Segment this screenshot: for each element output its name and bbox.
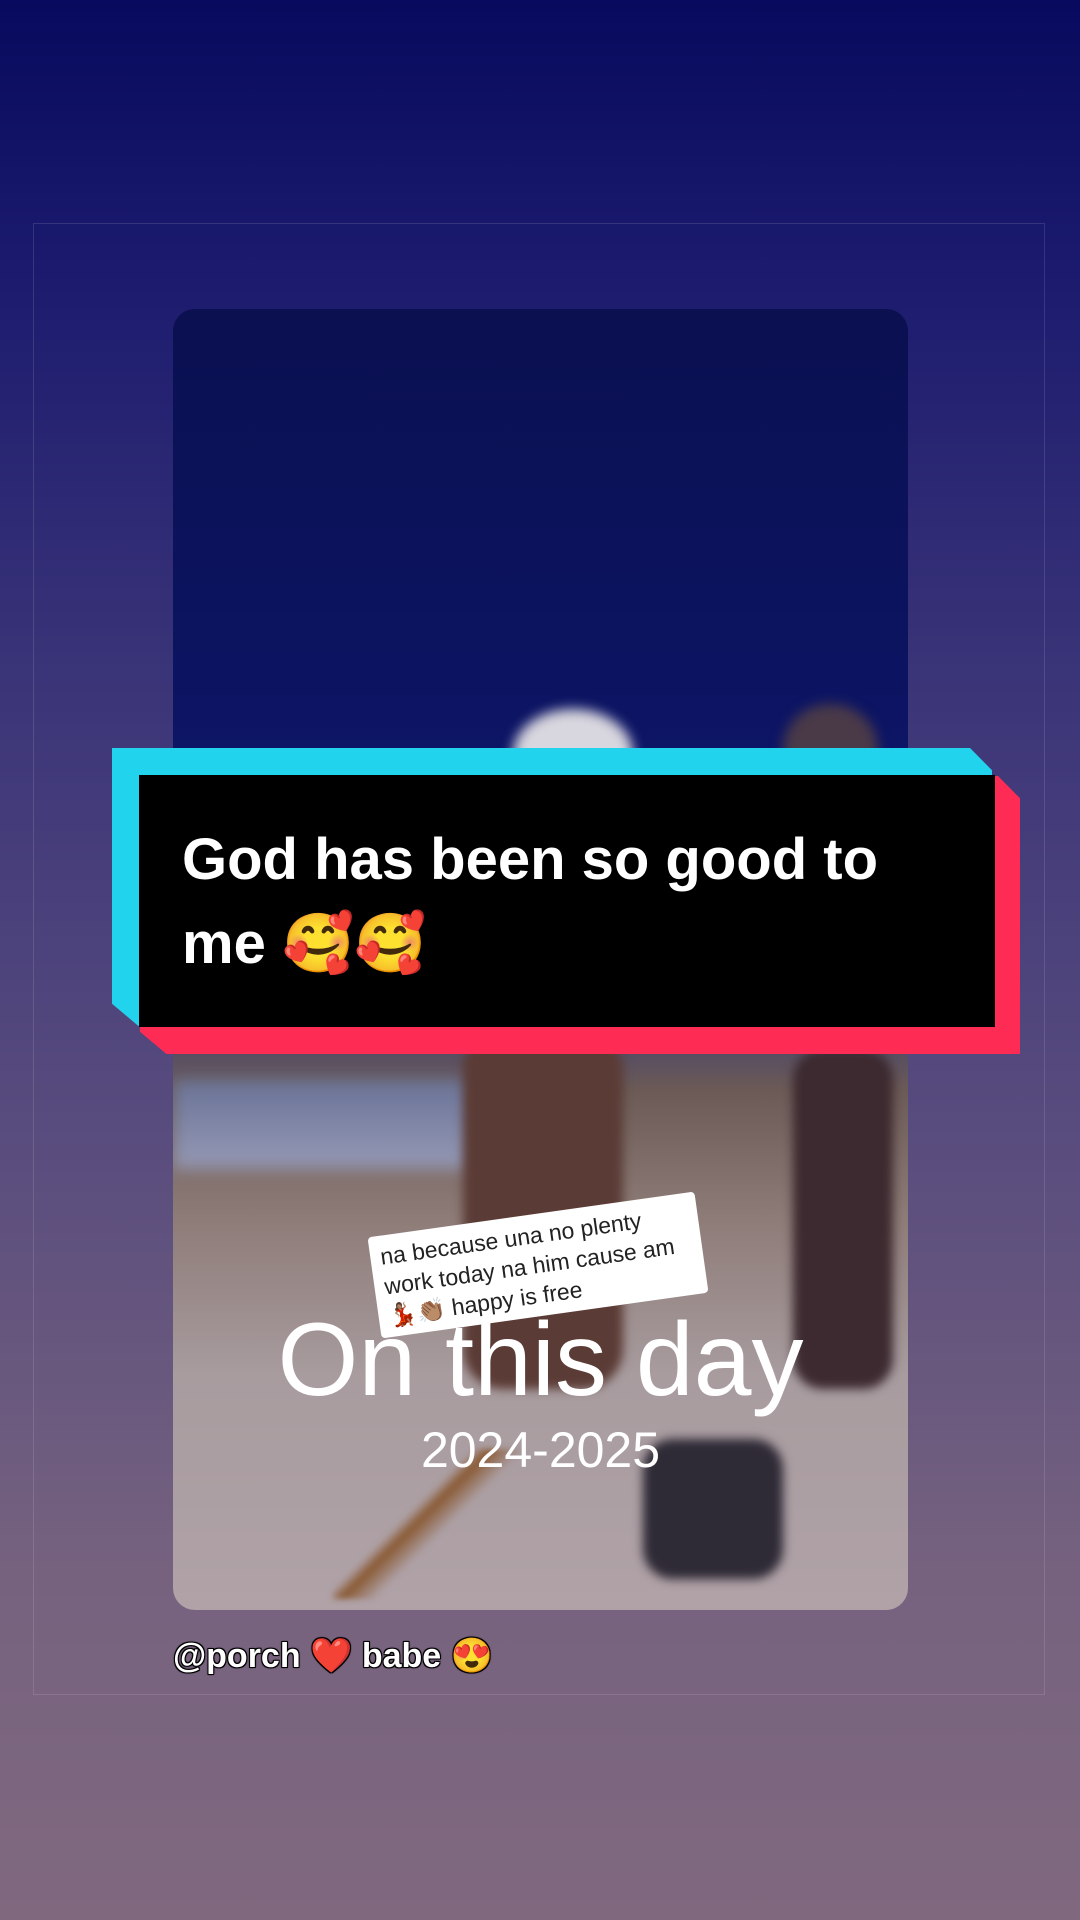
memory-title: On this day xyxy=(277,1302,804,1418)
title-banner: God has been so good to me 🥰🥰 xyxy=(112,748,1020,1054)
caption-text: @porch ❤️ babe 😍 xyxy=(173,1637,493,1675)
banner-text: God has been so good to me 🥰🥰 xyxy=(182,827,878,976)
memory-years: 2024-2025 xyxy=(420,1422,661,1478)
scene-road xyxy=(173,1079,473,1169)
